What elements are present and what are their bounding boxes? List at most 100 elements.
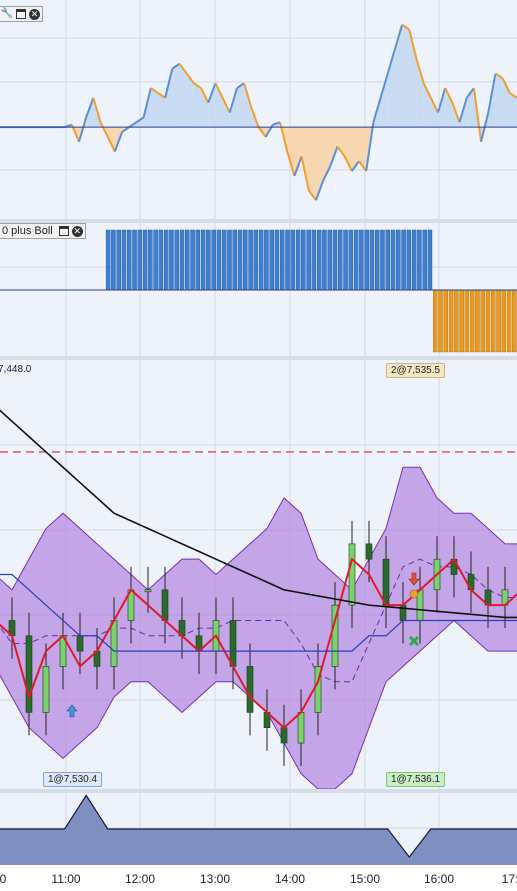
maximize-button[interactable] [58, 225, 70, 237]
x-tick: 0 [0, 872, 7, 886]
histogram-bar [216, 229, 222, 291]
candle-body [348, 543, 356, 606]
histogram-bar [475, 289, 480, 353]
histogram-bar [343, 229, 348, 291]
histogram-bar [443, 289, 449, 353]
histogram-bar [480, 289, 485, 353]
oscillator-fill [208, 83, 216, 128]
histogram-bar [464, 289, 470, 353]
histogram-bar [501, 289, 507, 353]
signal-chart [0, 793, 517, 865]
histogram-bar [401, 229, 406, 291]
candle-body [246, 666, 254, 713]
histogram-bar [485, 289, 491, 353]
histogram-bar [195, 229, 201, 291]
oscillator-fill [351, 127, 360, 171]
price-top-label: 7,448.0 [0, 364, 32, 375]
close-button[interactable]: ✕ [71, 225, 83, 237]
histogram-bar [427, 229, 433, 291]
histogram-bar [232, 229, 237, 291]
window-icon [16, 9, 26, 19]
oscillator-fill [402, 24, 410, 128]
histogram-bar [148, 229, 153, 291]
x-tick: 17: [501, 872, 517, 886]
close-button[interactable]: ✕ [29, 8, 40, 20]
maximize-button[interactable] [15, 8, 27, 20]
oscillator-fill [150, 88, 158, 128]
trade-label[interactable]: 1@7,536.1 [386, 772, 446, 787]
candle-body [229, 620, 237, 667]
x-tick: 11:00 [51, 872, 81, 886]
histogram-bar [290, 229, 296, 291]
histogram-bar [274, 229, 280, 291]
histogram-bar [153, 229, 158, 291]
x-tick: 12:00 [124, 872, 156, 886]
x-tick: 16:00 [423, 872, 455, 886]
candle-body [76, 635, 84, 652]
histogram-bar [158, 229, 164, 291]
x-tick: 15:00 [349, 872, 381, 886]
window-icon [58, 226, 69, 236]
signal-panel [0, 793, 517, 865]
histogram-bar [127, 229, 132, 291]
candle-body [161, 589, 169, 621]
histogram-bar [438, 289, 443, 353]
histogram-bar [459, 289, 464, 353]
histogram-bar [306, 229, 311, 291]
candle-body [382, 558, 390, 606]
histogram-bar [206, 229, 211, 291]
histogram-bar [105, 229, 111, 291]
trade-label[interactable]: 2@7,535.5 [386, 363, 446, 378]
histogram-bar [396, 229, 401, 291]
histogram-bar [174, 229, 179, 291]
histogram-bar [280, 229, 285, 291]
histogram-bar [512, 289, 517, 353]
histogram-chart [0, 223, 517, 356]
histogram-bar [316, 229, 322, 291]
histogram-bar [200, 229, 206, 291]
histogram-bar [432, 289, 438, 353]
oscillator-fill [359, 127, 367, 171]
histogram-bar [248, 229, 253, 291]
histogram-bar [264, 229, 269, 291]
histogram-bar [185, 229, 190, 291]
oscillator-fill [165, 68, 173, 128]
oscillator-fill [236, 83, 245, 128]
wrench-icon[interactable]: 🔧 [1, 8, 13, 20]
oscillator-toolbar: 🔧 ✕ [0, 6, 43, 22]
histogram-bar [301, 229, 306, 291]
histogram-bar [311, 229, 317, 291]
histogram-bar [295, 229, 301, 291]
histogram-bar [385, 229, 390, 291]
x-tick: 14:00 [274, 872, 306, 886]
histogram-bar [137, 229, 143, 291]
x-tick: 13:00 [199, 872, 231, 886]
candle-body [25, 635, 33, 713]
candle-body [365, 543, 373, 560]
histogram-bar [132, 229, 137, 291]
histogram-bar [243, 229, 248, 291]
histogram-bar [338, 229, 343, 291]
histogram-bar [448, 289, 454, 353]
histogram-bar [322, 229, 327, 291]
histogram-bar [359, 229, 364, 291]
oscillator-chart [0, 0, 517, 219]
histogram-bar [163, 229, 169, 291]
oscillator-fill [495, 73, 503, 128]
histogram-bar [258, 229, 264, 291]
histogram-bar [190, 229, 195, 291]
candle-body [110, 620, 118, 667]
histogram-bar [237, 229, 243, 291]
histogram-bar [417, 229, 422, 291]
histogram-bar [227, 229, 232, 291]
histogram-bar [142, 229, 148, 291]
histogram-bar [327, 229, 332, 291]
histogram-bar [422, 229, 427, 291]
histogram-bar [121, 229, 127, 291]
histogram-bar [353, 229, 359, 291]
trade-label[interactable]: 1@7,530.4 [43, 772, 103, 787]
oscillator-fill [308, 127, 316, 201]
candle-body [144, 589, 152, 593]
histogram-bar [411, 229, 417, 291]
histogram-bar [221, 229, 227, 291]
